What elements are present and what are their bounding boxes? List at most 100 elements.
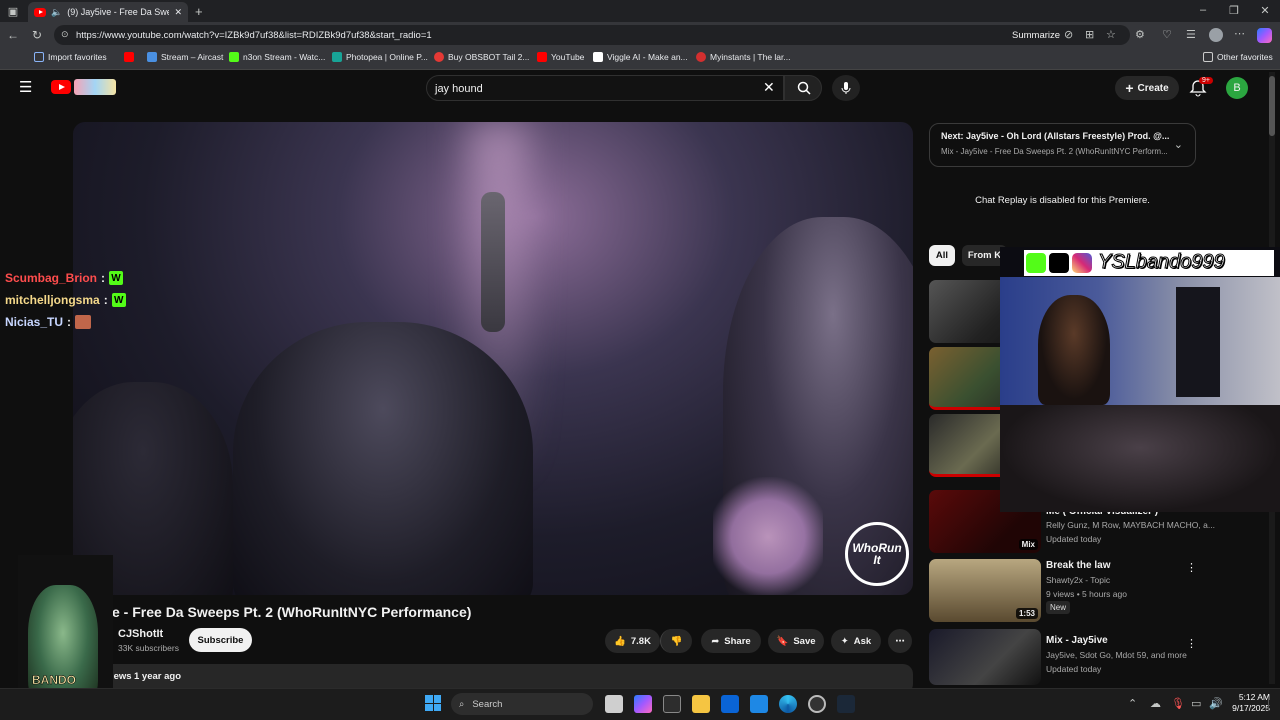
bookmark-n3on[interactable]: n3on Stream - Watc... [229, 52, 325, 62]
photopea-icon [332, 52, 342, 62]
clock-time: 5:12 AM [1238, 692, 1270, 702]
viggle-icon [593, 52, 603, 62]
bookmark-viggle[interactable]: Viggle AI - Make an... [593, 52, 688, 62]
shirt-graphic [713, 477, 823, 595]
sparkle-icon: ✦ [840, 635, 849, 647]
streamer-figure [1038, 295, 1110, 405]
reader-icon[interactable]: ⊘ [1064, 28, 1073, 41]
bookmark-myinstants[interactable]: Myinstants | The lar... [696, 52, 790, 62]
steam-icon[interactable] [837, 695, 855, 713]
bookmark-photopea[interactable]: Photopea | Online P... [332, 52, 428, 62]
kick-icon [229, 52, 239, 62]
voice-search-button[interactable] [832, 75, 860, 101]
thumbs-up-icon: 👍 [614, 635, 626, 647]
chevron-down-icon[interactable]: ⌄ [1174, 138, 1183, 151]
copilot-icon[interactable] [1257, 28, 1272, 43]
system-clock[interactable]: 5:12 AM 9/17/2025 [1226, 692, 1270, 714]
video-player[interactable]: WhoRun It [73, 122, 913, 595]
rec-thumbnail[interactable]: 1:53 [929, 559, 1041, 622]
bookmark-aircast[interactable]: Stream – Aircast [147, 52, 223, 62]
close-window-icon[interactable]: ✕ [1259, 4, 1271, 17]
start-windows-icon[interactable] [425, 695, 441, 711]
taskbar-search[interactable]: ⌕ Search [451, 693, 593, 715]
ask-button[interactable]: ✦ Ask [831, 629, 881, 653]
browser-essentials-icon[interactable]: ♡ [1162, 28, 1172, 41]
share-button[interactable]: ➦ Share [701, 629, 761, 653]
site-info-icon[interactable]: ⊙ [61, 29, 69, 40]
browser-tab[interactable]: 🔈 (9) Jay5ive - Free Da Sweeps ✕ [28, 2, 188, 22]
create-button[interactable]: + Create [1115, 76, 1179, 100]
back-icon[interactable]: ← [7, 28, 19, 42]
rec-thumbnail[interactable] [929, 629, 1041, 685]
hamburger-menu-icon[interactable]: ☰ [19, 78, 32, 96]
close-tab-icon[interactable]: ✕ [174, 7, 182, 18]
rec-title[interactable]: Mix - Jay5ive [1046, 635, 1108, 646]
plus-icon: + [1125, 80, 1134, 96]
up-next-box[interactable]: Next: Jay5ive - Oh Lord (Allstars Freest… [929, 123, 1196, 167]
store-icon[interactable] [663, 695, 681, 713]
favorite-star-icon[interactable]: ☆ [1106, 28, 1116, 41]
more-options-button[interactable]: ⋯ [888, 629, 912, 653]
speaker-icon[interactable]: 🔈 [51, 7, 62, 18]
tiktok-icon [1049, 253, 1069, 273]
apps-icon[interactable]: ⊞ [1085, 28, 1094, 41]
custom-emote-icon [75, 315, 92, 329]
favorites-icon[interactable]: ☰ [1186, 28, 1196, 41]
channel-name[interactable]: CJShotIt [118, 628, 163, 640]
streamer-overlay: YSLbando999 [1000, 247, 1280, 512]
volume-icon[interactable]: 🔊 [1209, 697, 1223, 710]
youtube-logo-icon[interactable] [51, 80, 71, 94]
microphone-icon [841, 82, 851, 94]
subscribe-button[interactable]: Subscribe [189, 628, 252, 652]
more-actions-icon[interactable]: ⋮ [1186, 637, 1197, 650]
outlook-icon[interactable] [721, 695, 739, 713]
rec-meta: Updated today [1046, 534, 1102, 544]
save-button[interactable]: 🔖 Save [768, 629, 824, 653]
doodle-logo-icon[interactable] [74, 79, 116, 95]
summarize-button[interactable]: Summarize [1012, 30, 1060, 41]
more-actions-icon[interactable]: ⋮ [1186, 561, 1197, 574]
extensions-icon[interactable]: ⚙ [1135, 28, 1145, 41]
edge-icon[interactable] [779, 695, 797, 713]
search-button[interactable] [784, 75, 822, 101]
bookmark-obsbot[interactable]: Buy OBSBOT Tail 2... [434, 52, 529, 62]
chat-message: Nicias_TU: [5, 315, 92, 329]
rec-title[interactable]: Break the law [1046, 560, 1110, 571]
maximize-icon[interactable]: ❐ [1228, 4, 1240, 17]
chip-all[interactable]: All [929, 245, 955, 266]
microphone-tray-icon[interactable]: 🎙 [1171, 697, 1185, 710]
new-tab-icon[interactable]: + [195, 4, 203, 19]
youtube-icon [537, 52, 547, 62]
file-explorer-icon[interactable] [692, 695, 710, 713]
search-input[interactable]: jay hound [426, 75, 784, 101]
tab-actions-icon[interactable]: ▣ [6, 5, 20, 18]
more-menu-icon[interactable]: ⋯ [1234, 27, 1245, 40]
bookmark-import[interactable]: Import favorites [34, 52, 107, 62]
obs-icon[interactable] [808, 695, 826, 713]
clear-search-icon[interactable]: ✕ [763, 79, 775, 96]
cloud-icon[interactable]: ☁ [1150, 697, 1161, 710]
bookmark-other-favorites[interactable]: Other favorites [1203, 52, 1273, 62]
folder-icon [1203, 52, 1213, 62]
share-arrow-icon: ➦ [711, 635, 720, 647]
profile-icon[interactable] [1209, 28, 1223, 42]
tab-title: (9) Jay5ive - Free Da Sweeps [67, 7, 170, 17]
bookmark-youtube[interactable]: YouTube [537, 52, 584, 62]
video-title: e - Free Da Sweeps Pt. 2 (WhoRunItNYC Pe… [112, 604, 472, 620]
minimize-icon[interactable]: – [1197, 4, 1209, 16]
photos-icon[interactable] [750, 695, 768, 713]
refresh-icon[interactable]: ↻ [32, 28, 42, 42]
myinstants-icon [696, 52, 706, 62]
dislike-button[interactable]: 👎 [660, 629, 692, 653]
task-view-icon[interactable] [605, 695, 623, 713]
tray-chevron-icon[interactable]: ⌃ [1128, 697, 1137, 710]
chat-username: Scumbag_Brion [5, 271, 98, 285]
url-bar[interactable]: ⊙ https://www.youtube.com/watch?v=IZBk9d… [54, 25, 1130, 45]
new-badge: New [1046, 601, 1071, 614]
copilot-taskbar-icon[interactable] [634, 695, 652, 713]
bookmark-youtube-red[interactable] [124, 52, 134, 62]
show-desktop-button[interactable] [1268, 697, 1276, 711]
like-button[interactable]: 👍 7.8K [605, 629, 660, 653]
network-icon[interactable]: ▭ [1191, 697, 1201, 710]
account-avatar[interactable]: B [1226, 77, 1248, 99]
